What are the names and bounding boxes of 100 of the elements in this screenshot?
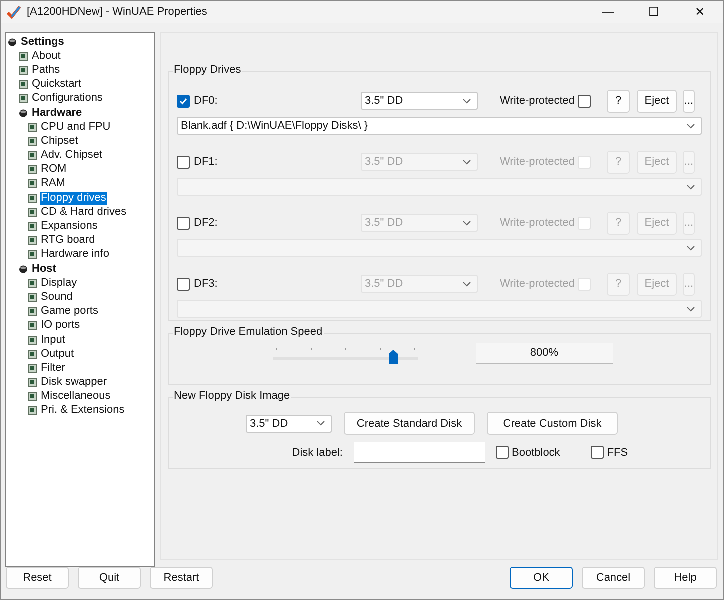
square-icon <box>28 179 37 188</box>
create-standard-disk-button[interactable]: Create Standard Disk <box>344 412 475 435</box>
write-protected-label: Write-protected <box>500 156 575 168</box>
window-control[interactable]: ☐ <box>631 5 677 19</box>
window-control[interactable]: ✕ <box>677 5 723 19</box>
chevron-down-icon <box>463 160 471 164</box>
tree-item[interactable]: Settings <box>20 36 66 49</box>
tree-item[interactable]: Input <box>40 334 66 347</box>
tree-item[interactable]: Host <box>31 262 58 276</box>
square-icon <box>19 52 28 61</box>
browse-button[interactable]: ... <box>683 90 695 112</box>
square-icon <box>28 250 37 260</box>
drive-type-select[interactable]: 3.5" DD <box>361 92 478 110</box>
tree-item[interactable]: Miscellaneous <box>40 390 112 404</box>
square-icon <box>28 336 37 345</box>
bootblock-label: Bootblock <box>512 446 560 458</box>
chevron-down-icon <box>463 220 471 226</box>
tree-item[interactable]: Hardware <box>31 106 84 120</box>
square-icon <box>19 80 28 90</box>
tree-item[interactable]: Expansions <box>40 220 99 234</box>
square-icon <box>28 307 37 316</box>
disk-path-select[interactable]: Blank.adf { D:\WinUAE\Floppy Disks\ } <box>177 117 702 135</box>
square-icon <box>28 321 37 330</box>
square-icon <box>28 208 37 217</box>
drive-label: DF2: <box>194 217 218 229</box>
dialog-button[interactable]: Restart <box>150 567 213 589</box>
dialog-button[interactable]: Reset <box>6 567 69 589</box>
checkbox[interactable] <box>578 94 591 108</box>
disk-label-field[interactable] <box>354 442 485 463</box>
create-custom-disk-button[interactable]: Create Custom Disk <box>487 412 618 435</box>
tree-item[interactable]: IO ports <box>40 319 82 332</box>
tree-item[interactable]: Filter <box>40 362 66 375</box>
checkbox[interactable] <box>177 94 190 108</box>
check-icon <box>179 96 188 106</box>
ffs-label: FFS <box>607 446 628 458</box>
group-title: New Floppy Disk Image <box>173 390 292 402</box>
checkbox[interactable] <box>177 216 190 230</box>
tree-item[interactable]: Display <box>40 276 78 290</box>
square-icon <box>28 406 37 416</box>
tree-item[interactable]: CD & Hard drives <box>40 206 128 219</box>
tree-item[interactable]: Chipset <box>40 134 80 148</box>
tree-item[interactable]: CPU and FPU <box>40 120 112 134</box>
square-icon <box>28 194 37 203</box>
tree-item[interactable]: Configurations <box>31 92 104 106</box>
tree-item[interactable]: RTG board <box>40 234 96 248</box>
square-icon <box>28 236 37 246</box>
app-logo-icon <box>7 5 21 19</box>
checkbox[interactable] <box>496 446 509 459</box>
disk-type-select[interactable]: 3.5" DD <box>246 414 332 432</box>
drive-label: DF1: <box>194 156 218 168</box>
tree-item[interactable]: About <box>31 50 62 63</box>
disk-icon <box>19 264 28 274</box>
tree-item[interactable]: Pri. & Extensions <box>40 404 126 418</box>
chevron-down-icon <box>687 124 695 128</box>
group-title: Floppy Drives <box>173 64 242 76</box>
dialog-button[interactable]: Cancel <box>582 567 645 589</box>
window-title: [A1200HDNew] - WinUAE Properties <box>27 6 208 18</box>
tree-item[interactable]: RAM <box>40 177 66 190</box>
tree-item[interactable]: Paths <box>31 64 62 77</box>
square-icon <box>28 364 37 373</box>
square-icon <box>28 165 37 174</box>
write-protected-label: Write-protected <box>500 278 575 290</box>
square-icon <box>19 66 28 75</box>
window-control[interactable]: — <box>585 5 631 19</box>
eject-button[interactable]: Eject <box>637 90 677 112</box>
tree-item[interactable]: Disk swapper <box>40 376 108 390</box>
slider-thumb[interactable] <box>389 350 398 364</box>
dialog-button[interactable]: Help <box>654 567 717 589</box>
dialog-button[interactable]: Quit <box>78 567 141 589</box>
chevron-down-icon <box>463 98 471 104</box>
square-icon <box>28 136 37 146</box>
tree-item[interactable]: Game ports <box>40 305 100 318</box>
write-protected-label: Write-protected <box>500 217 575 229</box>
chevron-down-icon <box>687 184 695 190</box>
square-icon <box>19 94 28 104</box>
checkbox[interactable] <box>177 156 190 168</box>
chevron-down-icon <box>687 246 695 250</box>
disk-icon <box>8 38 17 47</box>
square-icon <box>28 292 37 302</box>
tree-item[interactable]: Sound <box>40 290 74 304</box>
tree-item[interactable]: ROM <box>40 163 68 176</box>
help-button[interactable]: ? <box>607 90 630 112</box>
speed-reading: 800% <box>476 342 613 364</box>
checkbox[interactable] <box>591 446 604 459</box>
checkbox[interactable] <box>177 278 190 290</box>
write-protected-label: Write-protected <box>500 95 575 107</box>
tree-item[interactable]: Output <box>40 348 76 361</box>
tree-item[interactable]: Adv. Chipset <box>40 149 104 162</box>
drive-label: DF0: <box>194 95 218 107</box>
square-icon <box>28 122 37 132</box>
group-title: Floppy Drive Emulation Speed <box>173 326 324 338</box>
chevron-down-icon <box>687 306 695 312</box>
tree-item[interactable]: Floppy drives <box>40 192 108 205</box>
chevron-down-icon <box>317 421 325 426</box>
dialog-button[interactable]: OK <box>510 567 573 589</box>
chevron-down-icon <box>463 282 471 286</box>
disk-icon <box>19 108 28 118</box>
square-icon <box>28 378 37 388</box>
tree-item[interactable]: Quickstart <box>31 78 83 92</box>
tree-item[interactable]: Hardware info <box>40 248 110 262</box>
